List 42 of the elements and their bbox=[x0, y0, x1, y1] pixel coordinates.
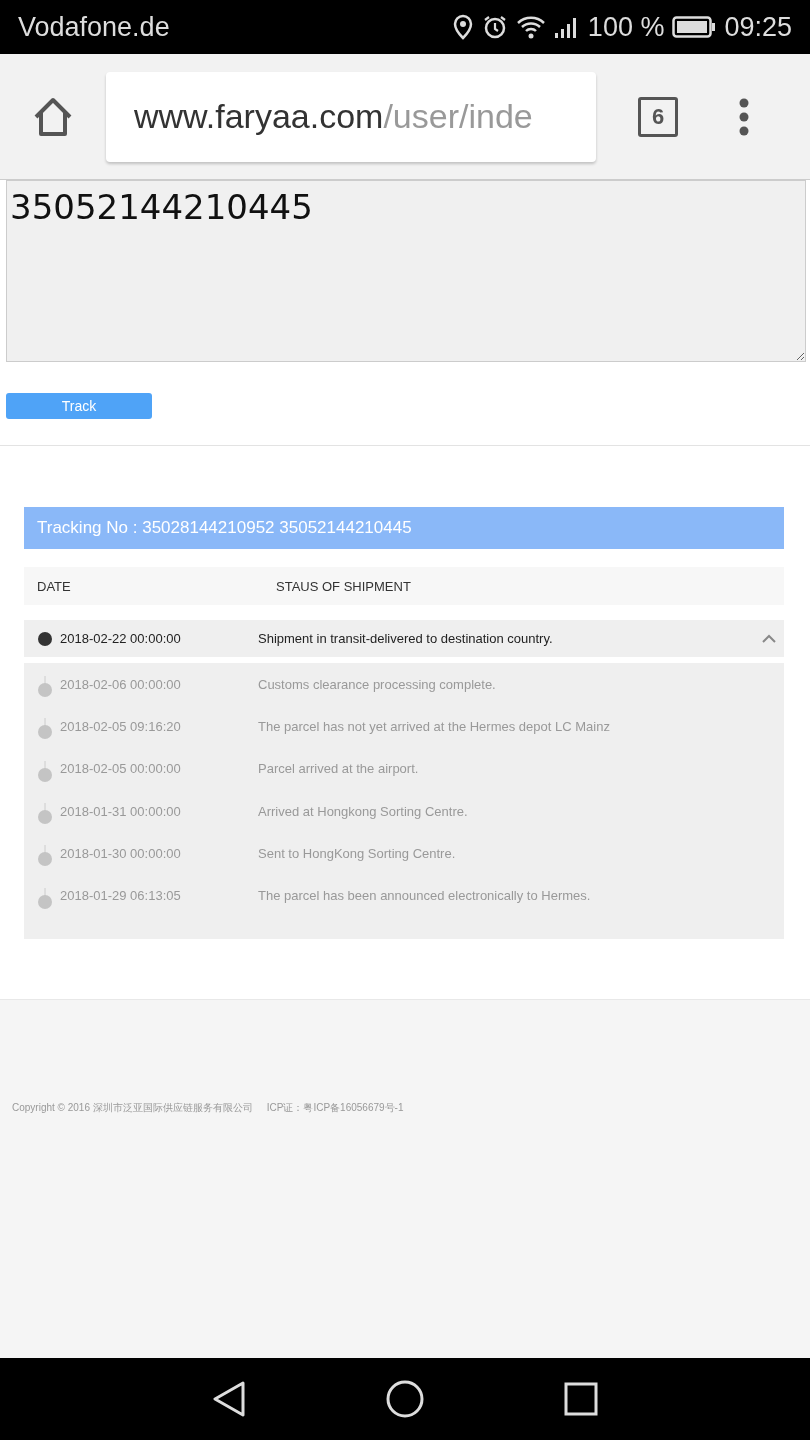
timeline-dot-icon bbox=[37, 718, 53, 741]
icp-license-text: ICP证：粤ICP备16056679号-1 bbox=[266, 1100, 404, 1115]
event-status: Sent to HongKong Sorting Centre. bbox=[258, 845, 456, 861]
timeline-dot-icon bbox=[37, 887, 53, 910]
wifi-icon bbox=[515, 14, 546, 40]
event-date: 2018-01-29 06:13:05 bbox=[60, 888, 182, 904]
column-header: STAUS OF SHIPMENT bbox=[276, 578, 411, 594]
copyright-text: Copyright © 2016 深圳市泛亚国际供应链服务有限公司 bbox=[12, 1100, 253, 1115]
timeline-dot-icon bbox=[37, 676, 53, 699]
carrier-name: Vodafone.de bbox=[18, 11, 170, 43]
clock-time: 09:25 bbox=[724, 11, 792, 43]
home-circle-icon[interactable] bbox=[386, 1380, 424, 1418]
url-bar[interactable]: www.faryaa.com/user/inde bbox=[106, 71, 596, 162]
column-header: DATE bbox=[36, 578, 72, 594]
event-status: The parcel has been announced electronically to Hermes. bbox=[258, 888, 591, 904]
event-status: Shipment in transit-delivered to destination country. bbox=[258, 631, 553, 646]
timeline-dot-icon bbox=[37, 630, 53, 647]
event-date: 2018-02-05 09:16:20 bbox=[60, 718, 182, 734]
event-date: 2018-02-22 00:00:00 bbox=[60, 631, 182, 646]
recents-icon[interactable] bbox=[564, 1382, 598, 1416]
back-icon[interactable] bbox=[212, 1381, 246, 1417]
chevron-icon[interactable] bbox=[762, 634, 776, 644]
timeline-dot-icon bbox=[37, 803, 53, 826]
event-status: Parcel arrived at the airport. bbox=[258, 761, 419, 777]
timeline-dot-icon bbox=[37, 845, 53, 868]
tracking-number-header: Tracking No : 35028144210952 35052144210445 bbox=[24, 507, 784, 549]
event-date: 2018-02-05 00:00:00 bbox=[60, 761, 182, 777]
event-status: Customs clearance processing complete. bbox=[258, 676, 496, 692]
home-icon[interactable] bbox=[32, 96, 74, 137]
tracking-input-field[interactable]: 35052144210445 bbox=[6, 180, 806, 362]
tab-count[interactable]: 6 bbox=[638, 96, 678, 137]
event-status: The parcel has not yet arrived at the Hermes depot LC Mainz bbox=[258, 718, 610, 734]
location-pin-icon bbox=[451, 14, 474, 40]
latest-event-row[interactable]: 2018-02-22 00:00:00 Shipment in transit-delivered to destination country. bbox=[24, 620, 784, 657]
event-date: 2018-01-31 00:00:00 bbox=[60, 803, 182, 819]
event-date: 2018-02-06 00:00:00 bbox=[60, 676, 182, 692]
timeline-dot-icon bbox=[37, 760, 53, 783]
event-status: Arrived at Hongkong Sorting Centre. bbox=[258, 803, 468, 819]
menu-icon[interactable] bbox=[738, 97, 750, 136]
battery-percent: 100 % bbox=[587, 11, 665, 43]
event-date: 2018-01-30 00:00:00 bbox=[60, 845, 182, 861]
battery-icon bbox=[672, 15, 717, 39]
